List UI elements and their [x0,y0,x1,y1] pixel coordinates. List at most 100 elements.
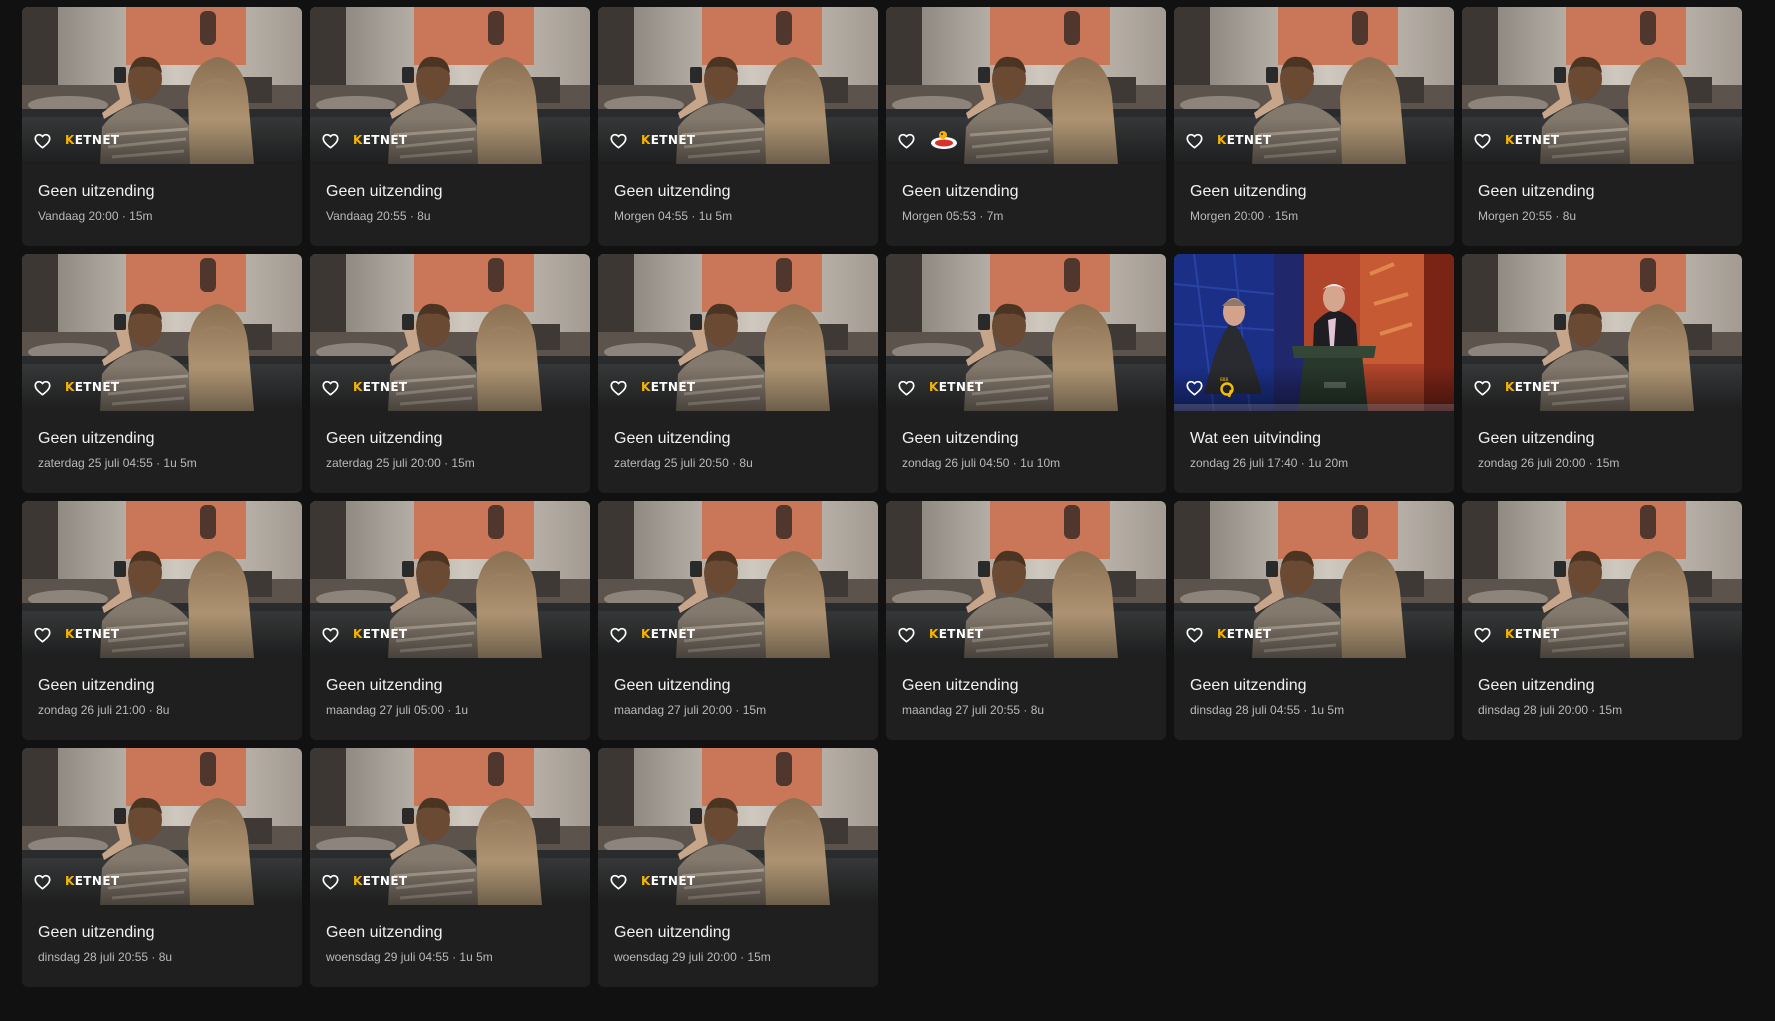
program-info: Geen uitzending zaterdag 25 juli 04:55 ·… [22,411,302,471]
ketnet-logo: KETNET [641,874,696,888]
program-card-1[interactable]: KETNET Geen uitzending Vandaag 20:00 · 1… [22,7,302,246]
program-title: Geen uitzending [1478,183,1595,200]
program-card-4[interactable]: Geen uitzending Morgen 05:53 · 7m [886,7,1166,246]
ketnet-logo: KETNET [353,874,408,888]
ketnet-logo: KETNET [1505,627,1560,641]
couch-scene-image [598,501,878,658]
program-info: Geen uitzending maandag 27 juli 20:00 · … [598,658,878,718]
ketnet-logo: KETNET [353,627,408,641]
ketnet-logo: KETNET [641,627,696,641]
program-thumbnail: KETNET [1174,501,1454,658]
program-info: Geen uitzending woensdag 29 juli 04:55 ·… [310,905,590,965]
heart-outline-icon[interactable] [320,132,340,150]
program-thumbnail: KETNET [598,254,878,411]
couch-scene-image [22,501,302,658]
program-info: Geen uitzending maandag 27 juli 05:00 · … [310,658,590,718]
couch-scene-image [22,254,302,411]
heart-outline-icon[interactable] [320,626,340,644]
program-info: Geen uitzending dinsdag 28 juli 20:00 · … [1462,658,1742,718]
ketnet-logo: KETNET [353,380,408,394]
program-schedule: Morgen 05:53 · 7m [902,209,1004,223]
heart-outline-icon[interactable] [896,379,916,397]
program-title: Geen uitzending [38,183,155,200]
ketnet-logo: KETNET [641,133,696,147]
heart-outline-icon[interactable] [1472,626,1492,644]
program-thumbnail [886,7,1166,164]
program-thumbnail: KETNET [598,7,878,164]
heart-outline-icon[interactable] [1184,626,1204,644]
program-title: Geen uitzending [902,183,1019,200]
program-schedule: maandag 27 juli 20:55 · 8u [902,703,1045,717]
heart-outline-icon[interactable] [1472,132,1492,150]
couch-scene-image [886,7,1166,164]
program-schedule: dinsdag 28 juli 20:00 · 15m [1478,703,1623,717]
program-card-3[interactable]: KETNET Geen uitzending Morgen 04:55 · 1u… [598,7,878,246]
heart-outline-icon[interactable] [32,132,52,150]
ketnet-logo: KETNET [929,380,984,394]
ketnet-logo: KETNET [1505,133,1560,147]
program-thumbnail: KETNET [22,501,302,658]
program-card-6[interactable]: KETNET Geen uitzending Morgen 20:55 · 8u [1462,7,1742,246]
program-schedule: zondag 26 juli 17:40 · 1u 20m [1190,456,1349,470]
ketnet-logo: KETNET [1217,627,1272,641]
heart-outline-icon[interactable] [32,379,52,397]
couch-scene-image [1462,7,1742,164]
heart-outline-icon[interactable] [608,873,628,891]
program-card-7[interactable]: KETNET Geen uitzending zaterdag 25 juli … [22,254,302,493]
program-card-5[interactable]: KETNET Geen uitzending Morgen 20:00 · 15… [1174,7,1454,246]
heart-outline-icon[interactable] [1184,379,1204,397]
heart-outline-icon[interactable] [32,626,52,644]
program-card-8[interactable]: KETNET Geen uitzending zaterdag 25 juli … [310,254,590,493]
studio-scene-image [1174,254,1454,411]
program-thumbnail: KETNET [1462,7,1742,164]
ketnet-logo: KETNET [65,627,120,641]
program-card-16[interactable]: KETNET Geen uitzending maandag 27 juli 2… [886,501,1166,740]
program-card-2[interactable]: KETNET Geen uitzending Vandaag 20:55 · 8… [310,7,590,246]
program-thumbnail: KETNET [1174,7,1454,164]
program-title: Geen uitzending [326,430,443,447]
program-card-19[interactable]: KETNET Geen uitzending dinsdag 28 juli 2… [22,748,302,987]
heart-outline-icon[interactable] [1184,132,1204,150]
heart-outline-icon[interactable] [320,379,340,397]
program-info: Geen uitzending zondag 26 juli 21:00 · 8… [22,658,302,718]
program-card-21[interactable]: KETNET Geen uitzending woensdag 29 juli … [598,748,878,987]
heart-outline-icon[interactable] [320,873,340,891]
heart-outline-icon[interactable] [1472,379,1492,397]
heart-outline-icon[interactable] [896,626,916,644]
canvas-logo: BBB [1217,377,1237,398]
program-card-10[interactable]: KETNET Geen uitzending zondag 26 juli 04… [886,254,1166,493]
program-schedule: zaterdag 25 juli 20:00 · 15m [326,456,475,470]
program-card-14[interactable]: KETNET Geen uitzending maandag 27 juli 0… [310,501,590,740]
program-info: Geen uitzending dinsdag 28 juli 04:55 · … [1174,658,1454,718]
program-card-18[interactable]: KETNET Geen uitzending dinsdag 28 juli 2… [1462,501,1742,740]
program-title: Geen uitzending [614,924,731,941]
program-schedule: woensdag 29 juli 04:55 · 1u 5m [326,950,493,964]
program-card-11[interactable]: BBB Wat een uitvinding zondag 26 juli 17… [1174,254,1454,493]
couch-scene-image [1462,254,1742,411]
program-schedule: zondag 26 juli 20:00 · 15m [1478,456,1620,470]
program-schedule: maandag 27 juli 20:00 · 15m [614,703,767,717]
program-card-15[interactable]: KETNET Geen uitzending maandag 27 juli 2… [598,501,878,740]
heart-outline-icon[interactable] [608,132,628,150]
program-card-20[interactable]: KETNET Geen uitzending woensdag 29 juli … [310,748,590,987]
program-card-13[interactable]: KETNET Geen uitzending zondag 26 juli 21… [22,501,302,740]
couch-scene-image [886,254,1166,411]
couch-scene-image [1462,501,1742,658]
program-card-17[interactable]: KETNET Geen uitzending dinsdag 28 juli 0… [1174,501,1454,740]
program-info: Geen uitzending Morgen 20:00 · 15m [1174,164,1454,224]
program-card-12[interactable]: KETNET Geen uitzending zondag 26 juli 20… [1462,254,1742,493]
program-title: Geen uitzending [1478,430,1595,447]
program-title: Geen uitzending [326,677,443,694]
program-card-9[interactable]: KETNET Geen uitzending zaterdag 25 juli … [598,254,878,493]
program-info: Geen uitzending Morgen 20:55 · 8u [1462,164,1742,224]
program-title: Geen uitzending [326,183,443,200]
program-info: Geen uitzending zondag 26 juli 04:50 · 1… [886,411,1166,471]
heart-outline-icon[interactable] [608,379,628,397]
program-info: Geen uitzending maandag 27 juli 20:55 · … [886,658,1166,718]
heart-outline-icon[interactable] [608,626,628,644]
program-schedule: zaterdag 25 juli 04:55 · 1u 5m [38,456,197,470]
heart-outline-icon[interactable] [32,873,52,891]
heart-outline-icon[interactable] [896,132,916,150]
program-schedule: Morgen 04:55 · 1u 5m [614,209,733,223]
junior-logo [929,131,959,149]
